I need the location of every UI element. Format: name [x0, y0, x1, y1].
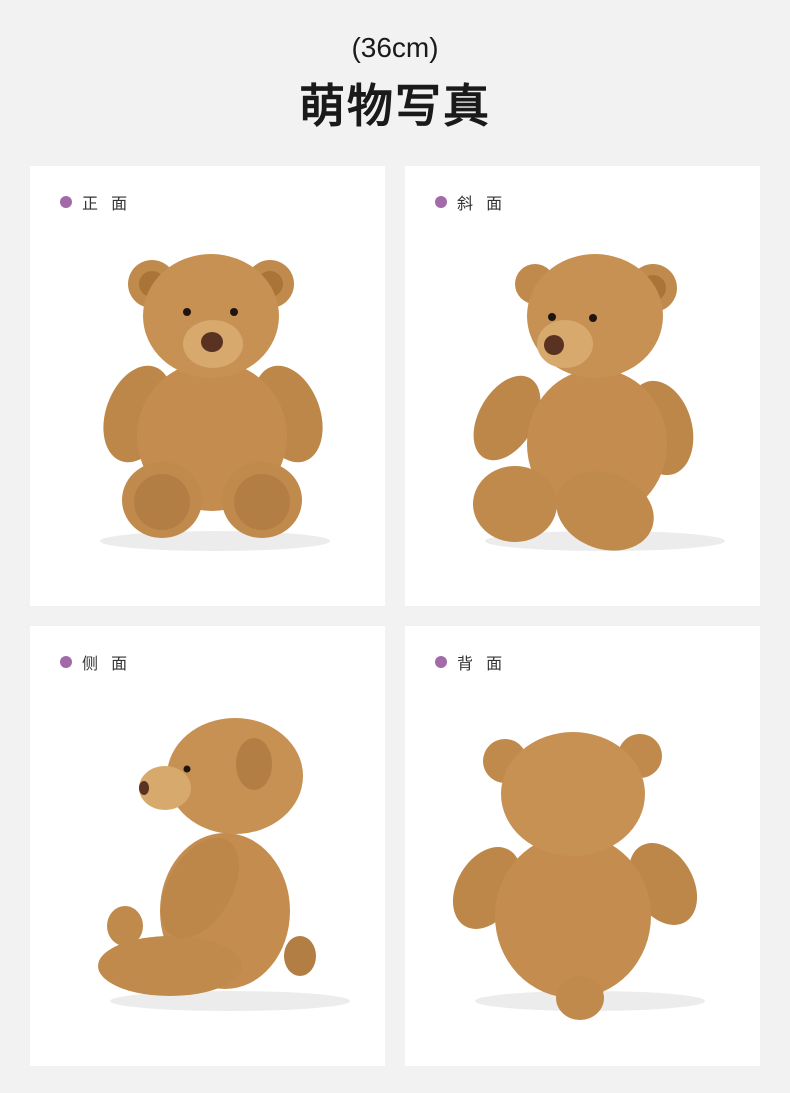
teddy-bear-side-image [98, 718, 350, 1011]
photo-card-back: 背 面 [405, 626, 760, 1066]
page-header: (36cm) 萌物写真 [0, 0, 790, 150]
size-caption: (36cm) [351, 32, 439, 63]
teddy-bear-back-image [452, 732, 705, 1020]
teddy-bear-front-image [100, 254, 330, 551]
page-title: 萌物写真 [299, 79, 491, 133]
photo-card-front: 正 面 [30, 166, 385, 606]
teddy-bear-angle-image [473, 254, 725, 551]
photo-card-angle: 斜 面 [405, 166, 760, 606]
photo-card-side: 侧 面 [30, 626, 385, 1066]
